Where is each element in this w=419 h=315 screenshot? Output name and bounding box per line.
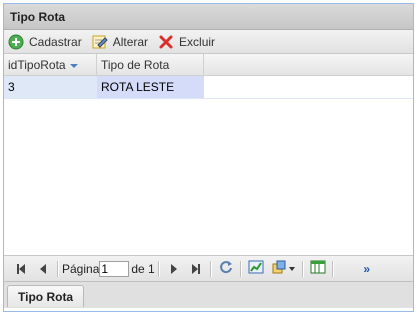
last-page-icon [191, 263, 200, 274]
alterar-label: Alterar [112, 34, 149, 49]
excluir-label: Excluir [179, 34, 216, 49]
chart-icon [248, 259, 264, 278]
prev-page-button[interactable] [35, 261, 51, 277]
columns-icon [310, 259, 326, 278]
next-page-icon [170, 263, 177, 274]
prev-page-icon [40, 263, 46, 274]
first-page-icon [17, 263, 25, 274]
separator [209, 260, 212, 277]
page-count-label: de 1 [131, 261, 155, 276]
column-label: Tipo de Rota [101, 58, 170, 72]
more-items-button[interactable]: » [359, 261, 375, 277]
cell-idtiporota: 3 [4, 76, 97, 98]
alterar-button[interactable]: Alterar [92, 34, 148, 50]
refresh-button[interactable] [218, 261, 234, 277]
column-label: idTipoRota [8, 58, 66, 72]
grid-body: 3 ROTA LESTE [4, 76, 413, 255]
cell-tipo-de-rota: ROTA LESTE [97, 76, 204, 98]
excluir-button[interactable]: Excluir [158, 34, 215, 50]
tab-tipo-rota[interactable]: Tipo Rota [7, 285, 85, 307]
tipo-rota-panel: Tipo Rota Cadastrar Alterar Excluir idTi… [3, 3, 414, 312]
sort-desc-icon [69, 64, 78, 68]
separator [331, 260, 334, 277]
export-icon [271, 259, 287, 278]
columns-button[interactable] [310, 259, 326, 278]
last-page-button[interactable] [188, 261, 204, 277]
export-menu-button[interactable] [270, 259, 296, 278]
column-header-idtiporota[interactable]: idTipoRota [4, 54, 97, 76]
chart-button[interactable] [248, 259, 264, 278]
paging-toolbar: Página de 1 [4, 255, 413, 281]
grid-header: idTipoRota Tipo de Rota [4, 54, 413, 76]
page-label: Página [62, 261, 100, 276]
delete-icon [158, 34, 174, 50]
toolbar: Cadastrar Alterar Excluir [4, 30, 413, 54]
chevron-down-icon [288, 266, 295, 271]
cadastrar-button[interactable]: Cadastrar [8, 34, 82, 50]
separator [301, 260, 304, 277]
separator [57, 260, 59, 277]
edit-icon [92, 34, 108, 50]
separator [239, 260, 242, 277]
double-chevron-right-icon: » [363, 261, 371, 276]
page-number-input[interactable] [99, 260, 130, 277]
column-header-tipo-de-rota[interactable]: Tipo de Rota [97, 54, 204, 76]
table-row[interactable]: 3 ROTA LESTE [4, 76, 413, 99]
first-page-button[interactable] [13, 261, 29, 277]
add-icon [8, 34, 24, 50]
refresh-icon [218, 259, 234, 278]
panel-title: Tipo Rota [4, 4, 413, 30]
next-page-button[interactable] [166, 261, 182, 277]
cadastrar-label: Cadastrar [29, 34, 82, 49]
tab-bar: Tipo Rota [4, 281, 413, 308]
separator [157, 260, 160, 277]
